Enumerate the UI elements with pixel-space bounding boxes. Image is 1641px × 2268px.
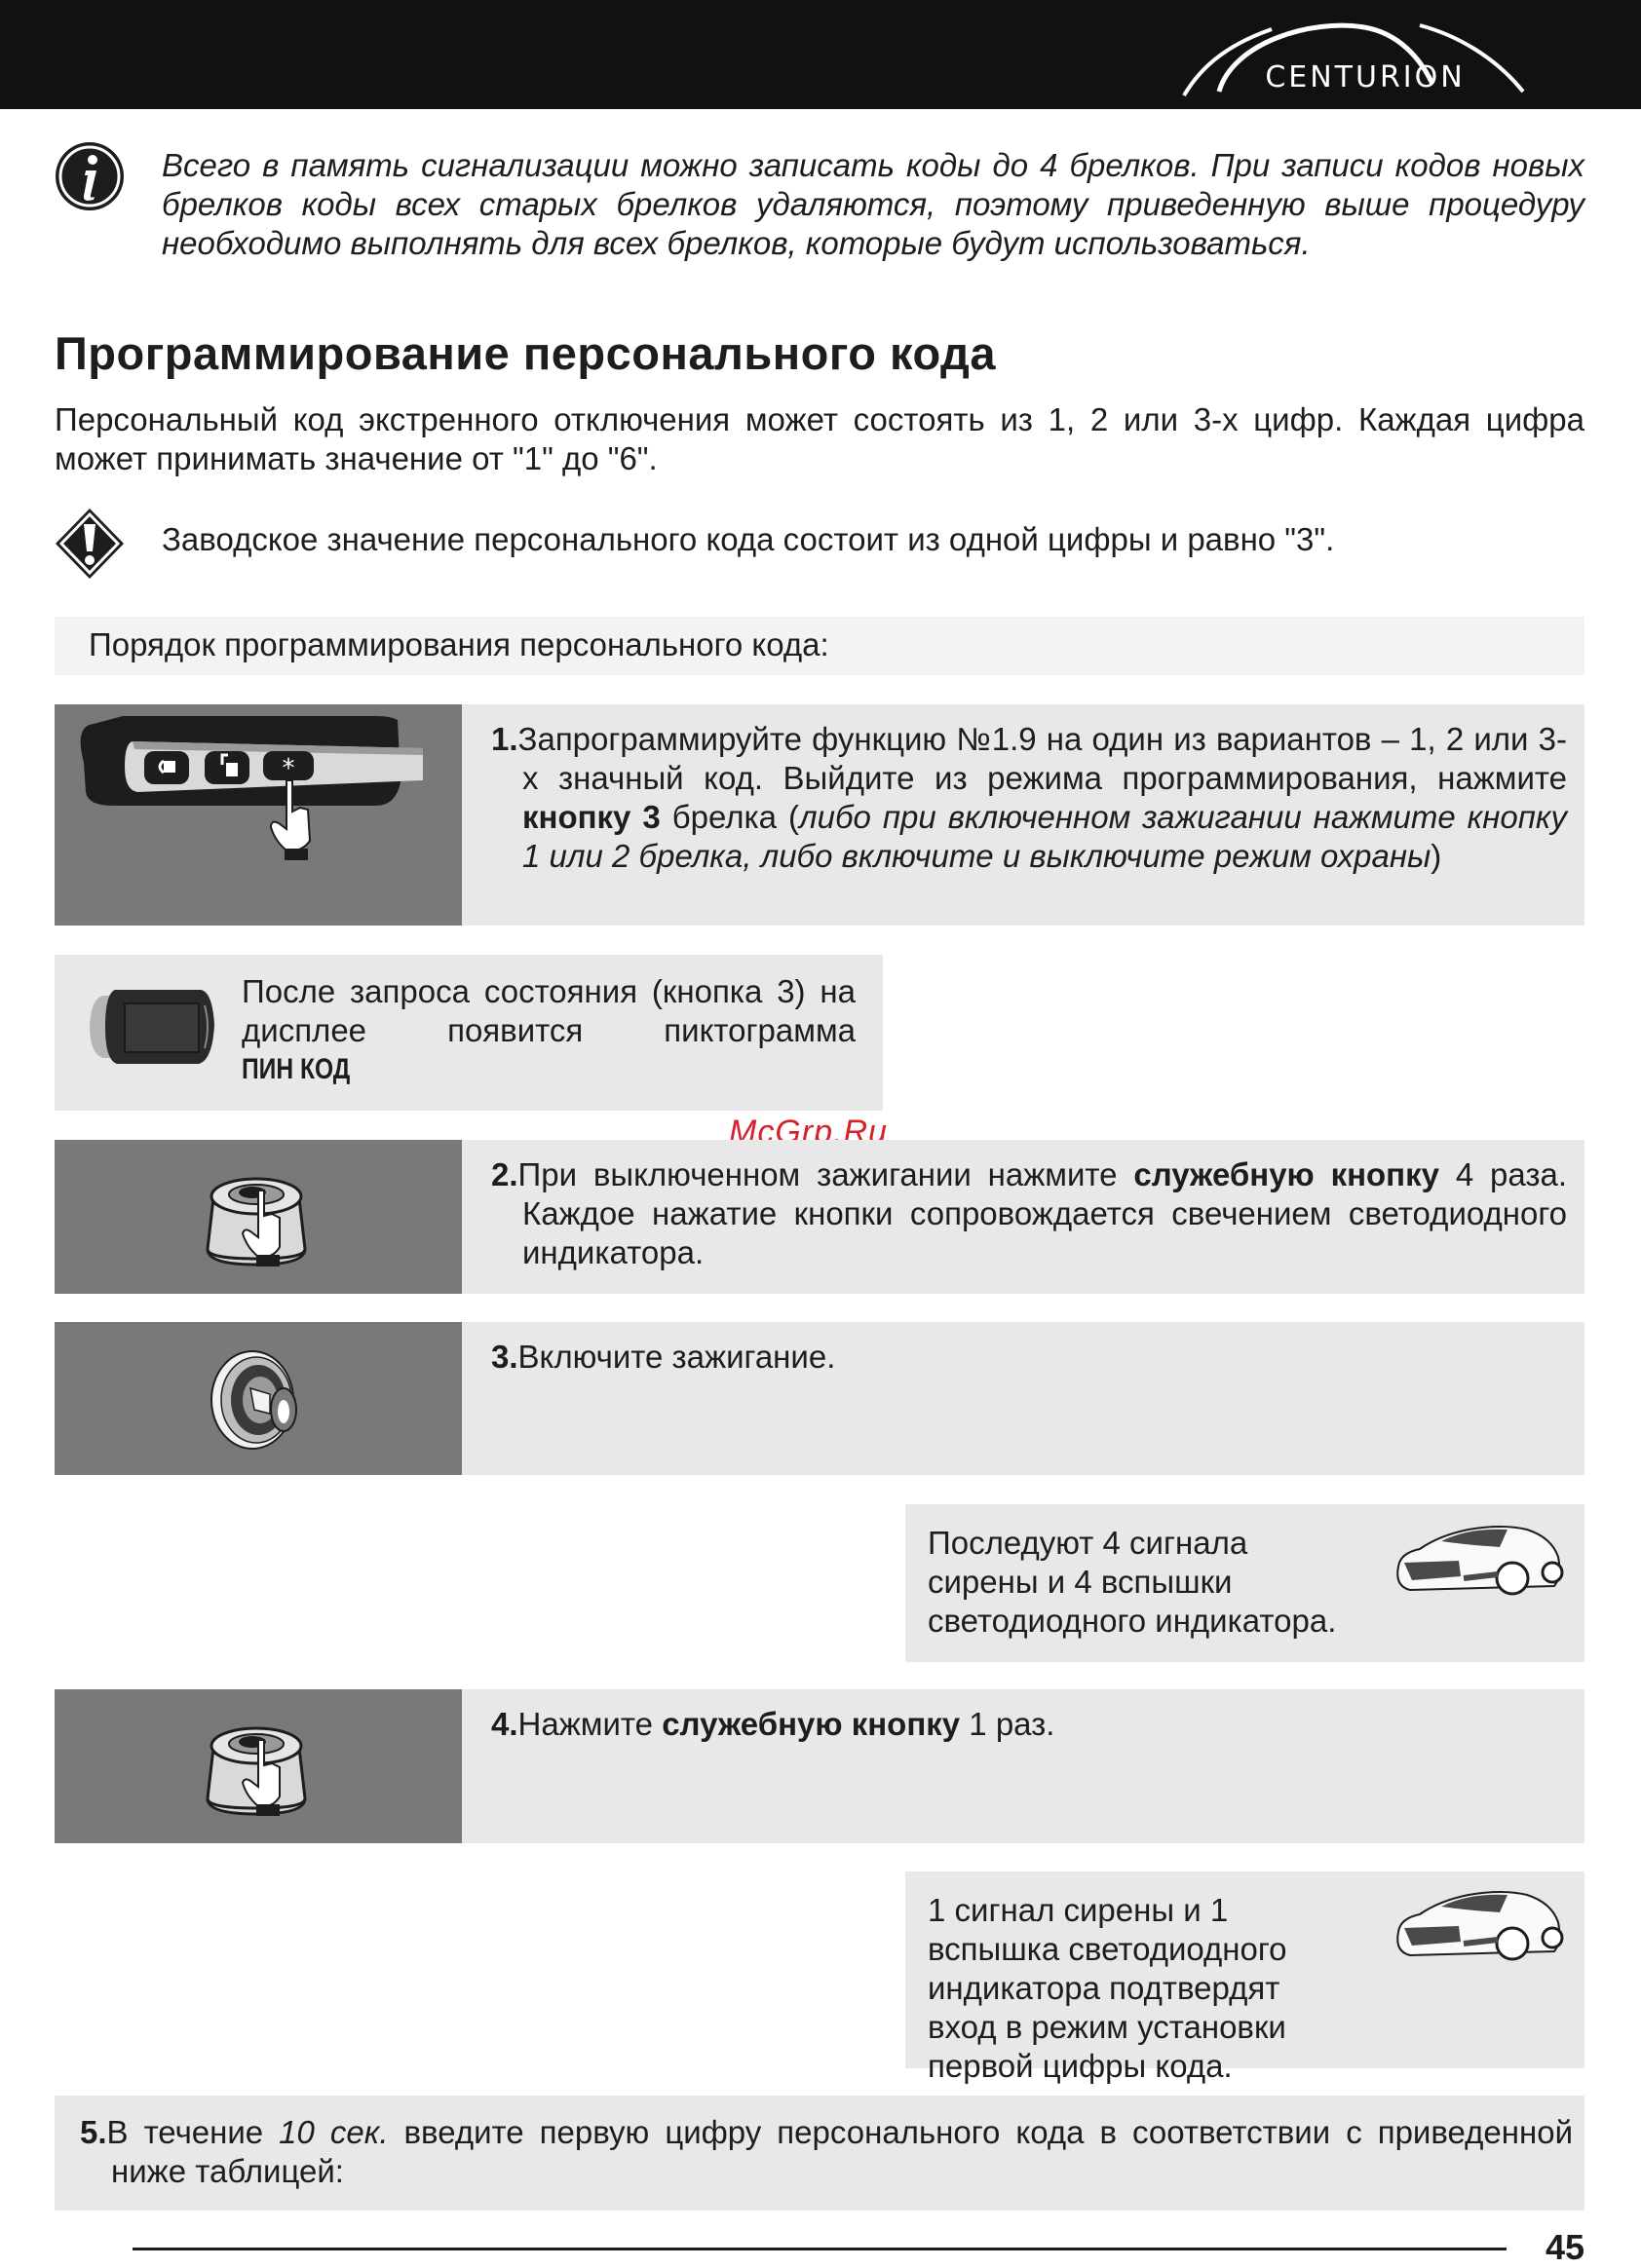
lcd-keyfob-icon <box>90 990 214 1064</box>
confirm-note-1-text: Последуют 4 сигнала сирены и 4 вспышки с… <box>928 1525 1337 1639</box>
step-text-part: При выключенном зажигании нажмите <box>517 1156 1134 1192</box>
order-heading: Порядок программирования персонального к… <box>89 626 829 662</box>
display-note-text: После запроса состояния (кнопка 3) на ди… <box>242 973 856 1048</box>
brand-name: CENTURION <box>1265 60 1466 94</box>
service-button-icon <box>206 1177 307 1266</box>
step-text-italic: 10 сек. <box>279 2114 389 2150</box>
step-2-panel: 2.При выключенном зажигании нажмите служ… <box>462 1140 1584 1294</box>
step-3-panel: 3.Включите зажигание. <box>462 1322 1584 1475</box>
step-text-part: 1 раз. <box>960 1706 1055 1742</box>
step-2-illustration <box>55 1140 462 1294</box>
step-1-illustration: * <box>55 704 462 926</box>
step-number: 3. <box>491 1339 518 1375</box>
section-title: Программирование персонального кода <box>55 327 997 379</box>
step-text-part: брелка ( <box>660 799 799 835</box>
order-heading-bar: Порядок программирования персонального к… <box>55 617 1584 675</box>
svg-text:*: * <box>283 754 295 783</box>
confirm-note-1: Последуют 4 сигнала сирены и 4 вспышки с… <box>905 1504 1584 1662</box>
step-text-part: ) <box>1431 838 1442 874</box>
step-number: 1. <box>491 721 518 757</box>
step-2-text: 2.При выключенном зажигании нажмите служ… <box>491 1155 1567 1272</box>
step-number: 2. <box>491 1156 518 1192</box>
display-note-box: После запроса состояния (кнопка 3) на ди… <box>55 955 883 1111</box>
ignition-key-icon <box>210 1350 297 1450</box>
step-3-illustration <box>55 1322 462 1475</box>
step-text-part: Запрограммируйте функцию №1.9 на один из… <box>517 721 1567 796</box>
step-4-text: 4.Нажмите служебную кнопку 1 раз. <box>491 1705 1536 1744</box>
brand-logo: CENTURION <box>1164 14 1535 101</box>
car-icon <box>1396 1891 1564 1961</box>
info-icon <box>54 140 126 212</box>
step-text-bold: служебную кнопку <box>1133 1156 1439 1192</box>
step-1-panel: 1.Запрограммируйте функцию №1.9 на один … <box>462 704 1584 926</box>
warning-icon <box>54 507 126 581</box>
step-text-bold: служебную кнопку <box>662 1706 961 1742</box>
step-text-bold: кнопку 3 <box>522 799 661 835</box>
step-text-part: В течение <box>106 2114 280 2150</box>
pin-code-pictogram: ПИН КОД <box>242 1053 351 1085</box>
page-number: 45 <box>1546 2227 1585 2267</box>
step-number: 4. <box>491 1706 518 1742</box>
step-5-panel: 5.В течение 10 сек. введите первую цифру… <box>55 2096 1584 2211</box>
confirm-note-2-text-body: 1 сигнал сирены и 1 вспышка светодиодног… <box>928 1892 1287 2084</box>
step-5-text: 5.В течение 10 сек. введите первую цифру… <box>80 2113 1573 2191</box>
footer-divider <box>133 2248 1507 2250</box>
step-3-text: 3.Включите зажигание. <box>491 1338 1536 1377</box>
step-text-part: Нажмите <box>517 1706 663 1742</box>
keyfob-buttons-icon: * <box>80 716 423 860</box>
step-1-text: 1.Запрограммируйте функцию №1.9 на один … <box>491 720 1567 876</box>
step-4-illustration <box>55 1689 462 1843</box>
step-number: 5. <box>80 2114 107 2150</box>
factory-default-note: Заводское значение персонального кода со… <box>162 521 1335 557</box>
intro-paragraph: Персональный код экстренного отключения … <box>55 401 1584 476</box>
service-button-icon <box>206 1726 307 1816</box>
step-4-panel: 4.Нажмите служебную кнопку 1 раз. <box>462 1689 1584 1843</box>
step-text-part: Включите зажигание. <box>517 1339 836 1375</box>
confirm-note-2: 1 сигнал сирены и 1 вспышка светодиодног… <box>905 1871 1584 2084</box>
car-icon <box>1396 1526 1564 1596</box>
info-note-text: Всего в память сигнализации можно записа… <box>162 147 1584 261</box>
